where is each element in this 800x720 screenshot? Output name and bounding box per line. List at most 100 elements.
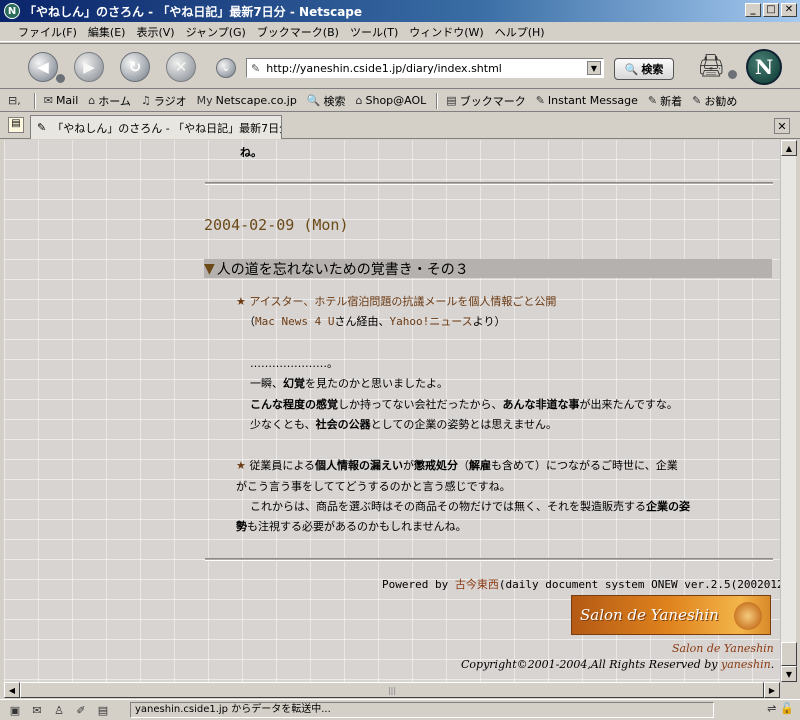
menu-go[interactable]: ジャンプ(G) (186, 24, 246, 40)
reload-button[interactable]: ↻ (120, 52, 150, 82)
bookmark-icon: ▤ (446, 94, 457, 107)
toolbar-item-search[interactable]: 🔍 検索 (307, 93, 346, 109)
print-dropdown[interactable] (728, 70, 737, 79)
star-icon: ★ (236, 459, 246, 472)
personal-toolbar-menu[interactable]: ⊟, (8, 94, 24, 107)
toolbar-item-netscape[interactable]: My Netscape.co.jp (197, 94, 297, 107)
status-bar: ▣ ✉ ♙ ✐ ▤ yaneshin.cside1.jp からデータを転送中..… (0, 699, 800, 720)
macnews-link[interactable]: Mac News 4 U (255, 315, 334, 328)
security-lock-icon[interactable]: 🔓 (780, 702, 794, 715)
mail-icon: ✉ (43, 94, 53, 107)
yahoo-news-link[interactable]: Yahoo!ニュース (389, 315, 472, 328)
scroll-down-button[interactable]: ▼ (781, 666, 797, 682)
scroll-up-button[interactable]: ▲ (781, 140, 797, 156)
item2-line-1: ★ 従業員による個人情報の漏えいが懲戒処分（解雇も含めて）につながるご時世に、企… (236, 459, 678, 472)
bookmark-link-icon: ✎ (692, 94, 702, 107)
divider (205, 558, 773, 561)
arrow-left-icon: ◀ (8, 685, 16, 695)
menu-window[interactable]: ウィンドウ(W) (409, 24, 483, 40)
kokon-tozai-link[interactable]: 古今東西 (455, 578, 499, 591)
scroll-left-button[interactable]: ◀ (4, 682, 20, 698)
item1-link[interactable]: アイスター、ホテル宿泊問題の抗議メールを個人情報ごと公開 (249, 295, 556, 308)
star-icon: ★ (236, 295, 246, 308)
page-icon: ✎ (37, 121, 47, 134)
toolbar-item-radio[interactable]: ♫ ラジオ (141, 93, 187, 109)
netscape-site-icon: My (196, 94, 213, 107)
mail-icon[interactable]: ✉ (28, 703, 46, 718)
entry-heading: ▼ 人の道を忘れないための覚書き・その３ (204, 259, 772, 278)
forward-arrow-icon: ▶ (83, 58, 95, 76)
arrow-right-icon: ▶ (768, 685, 776, 695)
horizontal-scrollbar[interactable]: ◀ ||| ▶ (4, 682, 780, 698)
close-button[interactable]: ✕ (781, 3, 797, 17)
menu-help[interactable]: ヘルプ(H) (495, 24, 545, 40)
print-button[interactable]: 🖨 (696, 54, 726, 82)
page-content: ね。 2004-02-09 (Mon) ▼ 人の道を忘れないための覚書き・その３… (4, 140, 780, 682)
close-icon: ✕ (777, 119, 787, 133)
toolbar-item-bookmarks[interactable]: ▤ ブックマーク (446, 93, 525, 109)
toolbar-item-instant-message[interactable]: ✎ Instant Message (536, 94, 638, 107)
item1-via: （Mac News 4 Uさん経由、Yahoo!ニュースより） (244, 315, 506, 328)
entry-date: 2004-02-09 (Mon) (204, 216, 349, 234)
shop-icon: ⌂ (355, 94, 363, 107)
magnifier-icon: 🔍 (624, 62, 639, 76)
title-bar: N 「やねしん」のさろん - 「やね日記」最新7日分 - Netscape _ … (0, 0, 800, 22)
toolbar-grip-icon: ⊟, (8, 94, 21, 107)
close-tab-button[interactable]: ✕ (774, 118, 790, 134)
vertical-scroll-thumb[interactable] (781, 642, 797, 666)
horizontal-scroll-thumb[interactable]: ||| (20, 682, 764, 698)
back-history-dropdown[interactable] (56, 74, 65, 83)
back-button[interactable]: ◀ (28, 52, 58, 82)
chevron-down-icon: ⌄ (221, 62, 231, 74)
url-text: http://yaneshin.cside1.jp/diary/index.sh… (266, 61, 502, 75)
salon-banner-link[interactable]: Salon de Yaneshin (571, 595, 771, 635)
address-book-icon[interactable]: ▤ (94, 703, 112, 718)
vertical-scrollbar[interactable]: ▲ ▼ (780, 140, 797, 682)
toolbar-item-new[interactable]: ✎ 新着 (648, 93, 682, 109)
toolbar-separator (436, 92, 439, 109)
connection-icon: ⇌ (767, 702, 777, 715)
copyright: Copyright©2001-2004,All Rights Reserved … (461, 658, 775, 671)
forward-button[interactable]: ▶ (74, 52, 104, 82)
instant-message-icon[interactable]: ♙ (50, 703, 68, 718)
menu-file[interactable]: ファイル(F) (18, 24, 77, 40)
item1-line: ★ アイスター、ホテル宿泊問題の抗議メールを個人情報ごと公開 (236, 292, 556, 312)
search-button-label: 検索 (641, 63, 664, 76)
search-button[interactable]: 🔍 検索 (614, 58, 674, 80)
toolbar-item-recommend[interactable]: ✎ お勧め (692, 93, 737, 109)
maximize-button[interactable]: □ (763, 3, 779, 17)
divider (205, 182, 773, 185)
entry-heading-text: 人の道を忘れないための覚書き・その３ (216, 261, 469, 278)
previous-entry-tail: ね。 (240, 146, 262, 159)
menu-bookmarks[interactable]: ブックマーク(B) (257, 24, 339, 40)
para-line-3: 少なくとも、社会の公器としての企業の姿勢とは思えません。 (250, 418, 558, 431)
stop-icon: ✕ (174, 58, 188, 76)
reload-icon: ↻ (128, 58, 142, 76)
scroll-right-button[interactable]: ▶ (764, 682, 780, 698)
menu-tools[interactable]: ツール(T) (350, 24, 398, 40)
yaneshin-link[interactable]: yaneshin (721, 658, 771, 671)
triangle-bullet-icon: ▼ (204, 260, 215, 277)
arrow-up-icon: ▲ (785, 143, 793, 153)
menu-view[interactable]: 表示(V) (136, 24, 174, 40)
composer-icon[interactable]: ✐ (72, 703, 90, 718)
toolbar-item-shop[interactable]: ⌂ Shop@AOL (356, 94, 427, 107)
salon-banner-text: Salon de Yaneshin (580, 606, 719, 624)
toolbar-item-mail[interactable]: ✉ Mail (44, 94, 79, 107)
minimize-button[interactable]: _ (745, 3, 761, 17)
url-dropdown-button[interactable]: ▼ (587, 61, 601, 75)
para-line-1: 一瞬、幻覚を見たのかと思いましたよ。 (250, 377, 448, 390)
navigator-icon[interactable]: ▣ (6, 703, 24, 718)
netscape-throbber-logo[interactable]: N (746, 49, 782, 85)
tab-active[interactable]: ✎ 「やねしん」のさろん - 「やね日記」最新7日分 (30, 115, 282, 139)
item2-line-3: これからは、商品を選ぶ時はその商品その物だけでは無く、それを製造販売する企業の姿 (250, 500, 690, 513)
item2-line-4: 勢も注視する必要があるのかもしれませんね。 (236, 520, 467, 533)
url-history-button[interactable]: ⌄ (216, 58, 236, 78)
new-tab-icon[interactable]: ▤ (8, 117, 24, 133)
toolbar-item-home[interactable]: ⌂ ホーム (88, 93, 131, 109)
stop-button[interactable]: ✕ (166, 52, 196, 82)
home-icon: ⌂ (88, 94, 96, 107)
salon-name: Salon de Yaneshin (672, 642, 774, 655)
menu-edit[interactable]: 編集(E) (88, 24, 126, 40)
url-bar[interactable]: ✎ http://yaneshin.cside1.jp/diary/index.… (246, 58, 604, 78)
